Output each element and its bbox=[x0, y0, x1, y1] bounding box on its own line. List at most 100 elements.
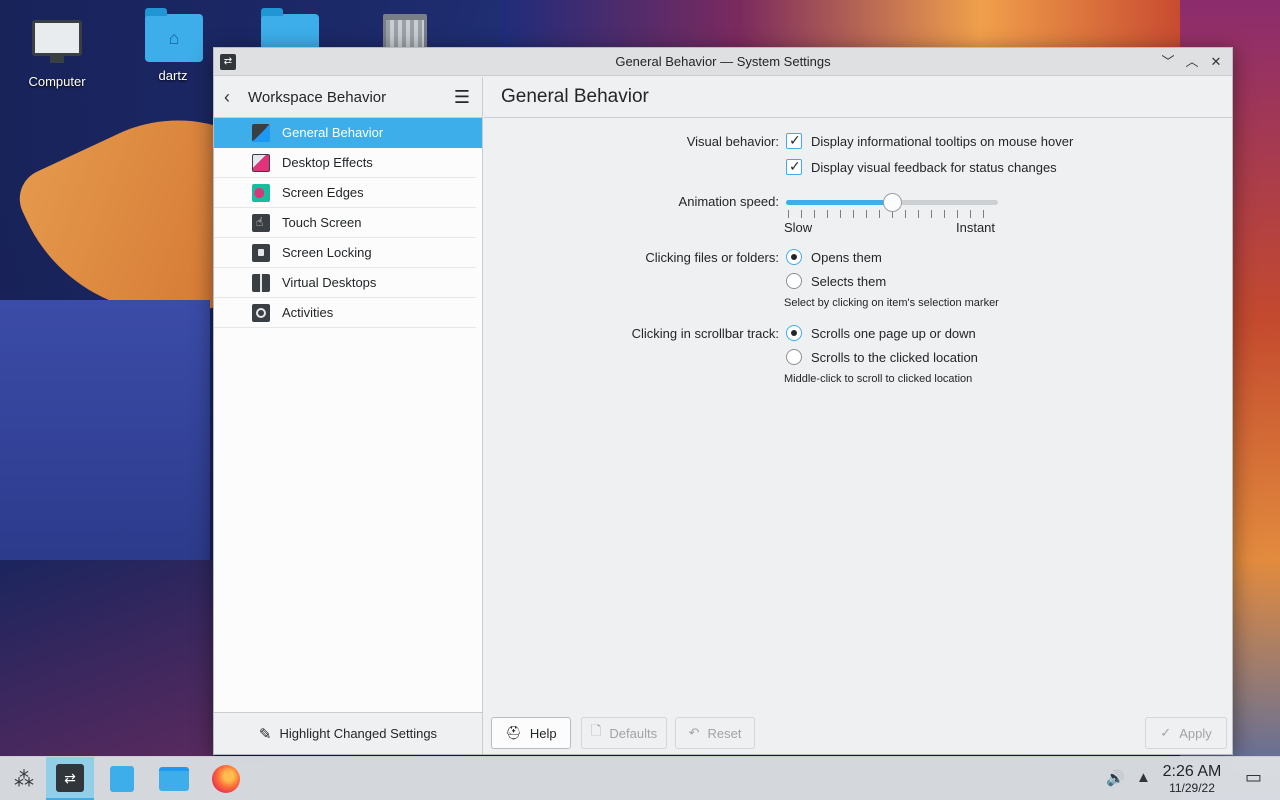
opens-them-radio[interactable] bbox=[786, 249, 802, 265]
sidebar-item-label: Touch Screen bbox=[282, 215, 362, 230]
scroll-location-label: Scrolls to the clicked location bbox=[811, 349, 978, 365]
opens-them-radio-row[interactable]: Opens them bbox=[786, 249, 882, 265]
clock-time: 2:26 AM bbox=[1162, 763, 1222, 780]
close-icon: ✕ bbox=[1210, 54, 1222, 69]
sidebar-item-label: Desktop Effects bbox=[282, 155, 373, 170]
desktop-icon-dartz[interactable]: ⌂ dartz bbox=[128, 8, 218, 83]
defaults-button[interactable]: 🗋 Defaults bbox=[581, 717, 667, 749]
sidebar-list: General Behavior Desktop Effects Screen … bbox=[214, 118, 482, 328]
main-panel: General Behavior Visual behavior: Displa… bbox=[484, 77, 1232, 754]
scroll-page-radio-row[interactable]: Scrolls one page up or down bbox=[786, 325, 976, 341]
wallpaper-shape bbox=[500, 0, 1220, 50]
folder-icon bbox=[159, 767, 189, 791]
chevron-left-icon[interactable]: ‹ bbox=[224, 87, 242, 108]
tray-expand-icon[interactable]: ▲ bbox=[1136, 769, 1151, 786]
sidebar-item-general-behavior[interactable]: General Behavior bbox=[214, 118, 482, 148]
sidebar-item-label: Screen Edges bbox=[282, 185, 364, 200]
sidebar-title: Workspace Behavior bbox=[248, 88, 387, 106]
lock-icon bbox=[252, 243, 270, 262]
minimize-button[interactable]: ﹀ bbox=[1158, 52, 1178, 72]
highlight-changed-settings-label: Highlight Changed Settings bbox=[279, 726, 438, 741]
sidebar-item-desktop-effects[interactable]: Desktop Effects bbox=[214, 148, 476, 178]
desktop-icon-computer[interactable]: Computer bbox=[12, 14, 102, 89]
sidebar-item-label: Screen Locking bbox=[282, 245, 372, 260]
tooltips-checkbox-label: Display informational tooltips on mouse … bbox=[811, 133, 1074, 149]
opens-them-label: Opens them bbox=[811, 249, 882, 265]
clicking-files-hint: Select by clicking on item's selection m… bbox=[784, 297, 999, 309]
scrollbar-track-label: Clicking in scrollbar track: bbox=[631, 326, 779, 341]
system-settings-window: ⇄ General Behavior — System Settings ﹀ ︿… bbox=[213, 47, 1233, 755]
desktop-effects-icon bbox=[252, 153, 270, 172]
taskbar-file-manager[interactable] bbox=[150, 757, 198, 800]
checkmark-icon: ✓ bbox=[1160, 725, 1172, 740]
window-title: General Behavior — System Settings bbox=[615, 54, 831, 69]
slider-min-label: Slow bbox=[784, 220, 813, 235]
visual-behavior-label: Visual behavior: bbox=[686, 134, 779, 149]
show-desktop-icon[interactable]: ▭ bbox=[1245, 767, 1262, 788]
sidebar-item-activities[interactable]: Activities bbox=[214, 298, 476, 328]
clicking-files-label: Clicking files or folders: bbox=[645, 250, 779, 265]
screen-edges-icon bbox=[252, 183, 270, 202]
pen-icon: ✎ bbox=[258, 725, 272, 743]
launcher-icon: ⁂ bbox=[14, 768, 34, 791]
help-icon: ⛑ bbox=[505, 725, 522, 740]
chevron-up-icon: ︿ bbox=[1185, 54, 1199, 69]
reset-button-label: Reset bbox=[707, 725, 742, 741]
firefox-icon bbox=[212, 765, 240, 793]
slider-fill bbox=[786, 200, 892, 205]
system-settings-icon: ⇄ bbox=[56, 763, 84, 792]
animation-speed-slider[interactable] bbox=[786, 193, 998, 222]
taskbar-firefox[interactable] bbox=[202, 757, 250, 800]
close-button[interactable]: ✕ bbox=[1206, 52, 1226, 72]
selects-them-radio-row[interactable]: Selects them bbox=[786, 273, 886, 289]
slider-max-label: Instant bbox=[956, 220, 996, 235]
sidebar-item-touch-screen[interactable]: Touch Screen bbox=[214, 208, 476, 238]
scroll-location-radio-row[interactable]: Scrolls to the clicked location bbox=[786, 349, 978, 365]
scroll-location-radio[interactable] bbox=[786, 349, 802, 365]
chevron-down-icon: ﹀ bbox=[1161, 54, 1175, 69]
system-settings-app-icon[interactable]: ⇄ bbox=[220, 54, 236, 70]
help-button[interactable]: ⛑ Help bbox=[491, 717, 571, 749]
virtual-desktops-icon bbox=[252, 273, 270, 292]
feedback-checkbox-label: Display visual feedback for status chang… bbox=[811, 159, 1057, 175]
scrollbar-track-hint: Middle-click to scroll to clicked locati… bbox=[784, 373, 973, 385]
sidebar-item-label: General Behavior bbox=[282, 125, 384, 140]
maximize-button[interactable]: ︿ bbox=[1182, 52, 1202, 72]
sidebar-item-virtual-desktops[interactable]: Virtual Desktops bbox=[214, 268, 476, 298]
taskbar-system-settings[interactable]: ⇄ bbox=[46, 757, 94, 800]
sidebar-item-label: Activities bbox=[282, 305, 334, 320]
feedback-checkbox[interactable] bbox=[786, 158, 802, 175]
home-folder-icon: ⌂ bbox=[145, 8, 203, 64]
page-title: General Behavior bbox=[484, 77, 1232, 118]
sidebar-item-screen-edges[interactable]: Screen Edges bbox=[214, 178, 476, 208]
scroll-page-label: Scrolls one page up or down bbox=[811, 325, 976, 341]
sidebar-item-label: Virtual Desktops bbox=[282, 275, 377, 290]
scroll-page-radio[interactable] bbox=[786, 325, 802, 341]
taskbar: ⁂ ⇄ 🔊 ▲ 2:26 AM 11/29/22 ▭ bbox=[0, 756, 1280, 800]
highlight-changed-settings-button[interactable]: ✎ Highlight Changed Settings bbox=[214, 712, 482, 754]
desktop-icon-label: dartz bbox=[158, 68, 188, 83]
touch-screen-icon bbox=[252, 213, 270, 232]
tooltips-checkbox[interactable] bbox=[786, 132, 802, 149]
window-titlebar[interactable]: ⇄ General Behavior — System Settings ﹀ ︿… bbox=[214, 48, 1232, 76]
apply-button[interactable]: ✓ Apply bbox=[1145, 717, 1227, 749]
application-launcher-button[interactable]: ⁂ bbox=[0, 757, 48, 800]
reset-button[interactable]: ↶ Reset bbox=[675, 717, 755, 749]
help-button-label: Help bbox=[529, 725, 557, 741]
defaults-button-label: Defaults bbox=[609, 725, 658, 741]
computer-icon bbox=[29, 20, 85, 70]
desktop-icon-label: Computer bbox=[28, 74, 86, 89]
tooltips-checkbox-row[interactable]: Display informational tooltips on mouse … bbox=[786, 132, 1074, 149]
activities-icon bbox=[252, 303, 270, 322]
selects-them-radio[interactable] bbox=[786, 273, 802, 289]
volume-icon[interactable]: 🔊 bbox=[1106, 769, 1125, 787]
taskbar-discover[interactable] bbox=[98, 757, 146, 800]
apply-button-label: Apply bbox=[1179, 725, 1212, 741]
slider-handle[interactable] bbox=[882, 193, 902, 212]
undo-icon: ↶ bbox=[688, 725, 700, 740]
sidebar-item-screen-locking[interactable]: Screen Locking bbox=[214, 238, 476, 268]
feedback-checkbox-row[interactable]: Display visual feedback for status chang… bbox=[786, 158, 1057, 175]
general-behavior-icon bbox=[252, 123, 270, 142]
clock[interactable]: 2:26 AM 11/29/22 bbox=[1155, 763, 1229, 795]
hamburger-icon[interactable]: ☰ bbox=[452, 87, 472, 108]
